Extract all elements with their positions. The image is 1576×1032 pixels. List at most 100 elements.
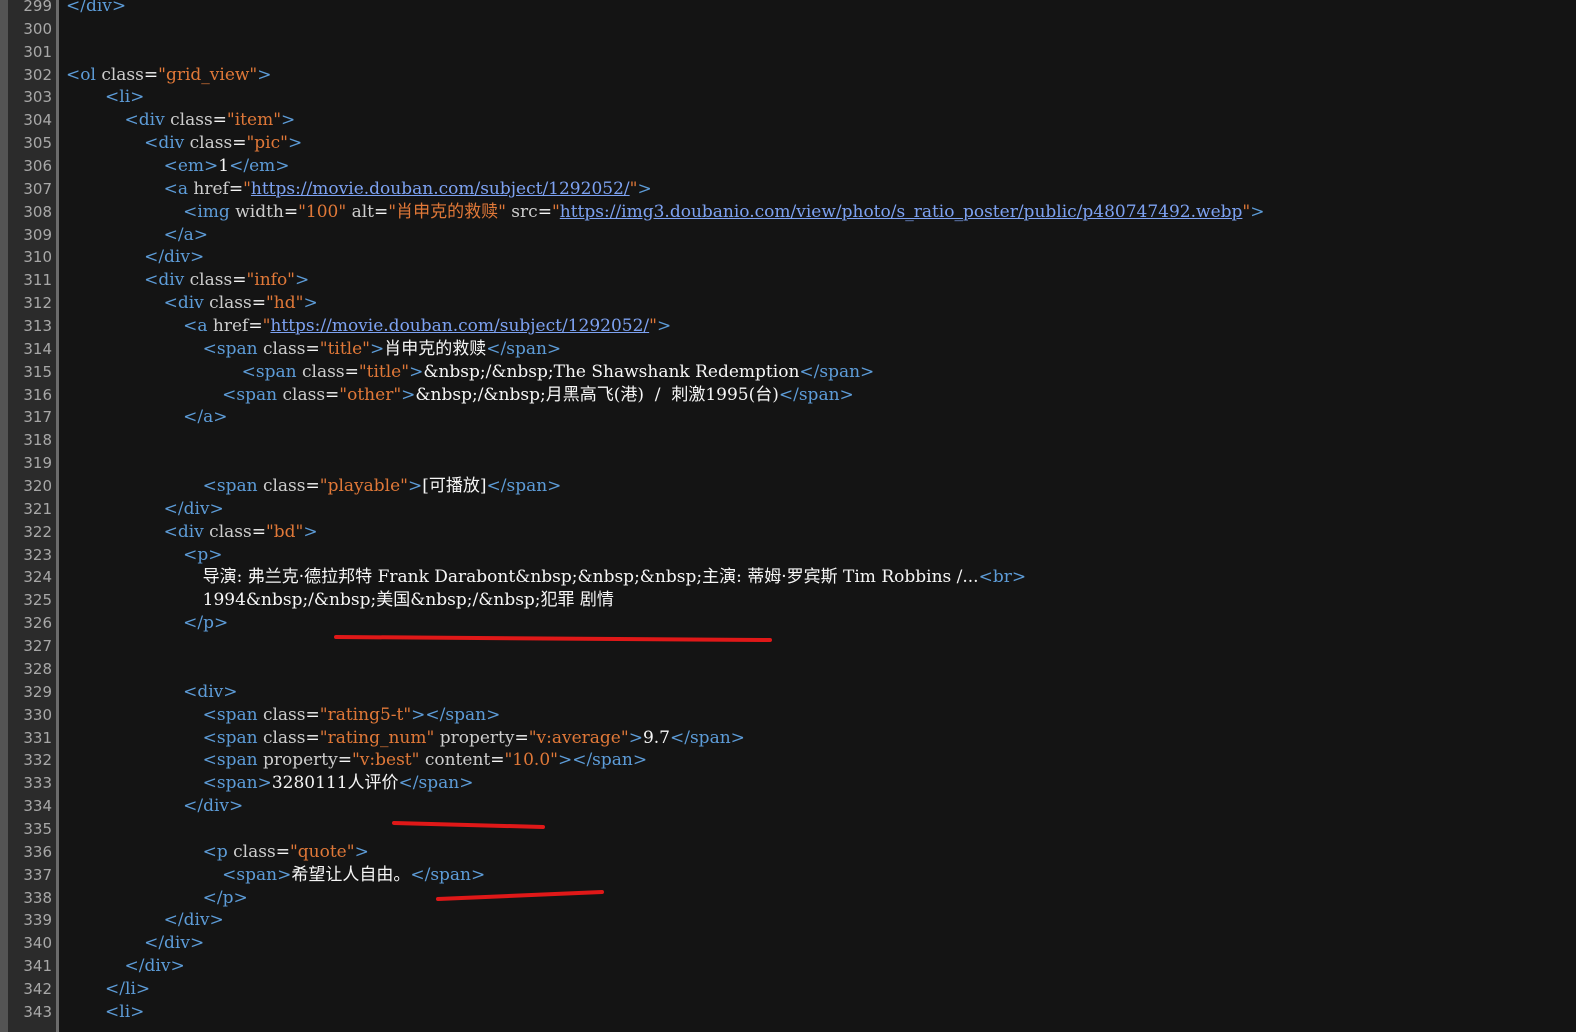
code-line[interactable]: 308 <img width="100" alt="肖申克的救赎" src="ht… <box>0 201 1576 224</box>
token-text: = <box>228 178 244 199</box>
code-line[interactable]: 319 <box>0 452 1576 475</box>
code-line[interactable]: 307 <a href="https://movie.douban.com/sub… <box>0 178 1576 201</box>
code-line[interactable]: 313 <a href= "https://movie.douban.com/sub… <box>0 315 1576 338</box>
token-tag: </span> <box>410 864 486 885</box>
code-line[interactable]: 334 </div> <box>0 795 1576 818</box>
code-line[interactable]: 318 <box>0 429 1576 452</box>
token-tag: <div <box>163 521 210 542</box>
code-line[interactable]: 329 <div> <box>0 681 1576 704</box>
code-line[interactable]: 343 <li> <box>0 1001 1576 1024</box>
code-line[interactable]: 309 </a> <box>0 224 1576 247</box>
code-line[interactable]: 312 <div class="hd"> <box>0 292 1576 315</box>
code-line[interactable]: 314 <span class="title">肖申克的救赎</span> <box>0 338 1576 361</box>
token-tag: <span <box>202 476 263 497</box>
code-line[interactable]: 299 </div> <box>0 0 1576 18</box>
line-number: 308 <box>23 202 52 221</box>
token-tag: <li> <box>105 1001 145 1022</box>
code-text: <div class="pic"> <box>144 132 302 155</box>
token-tag: </div> <box>183 796 244 817</box>
code-line[interactable]: 305 <div class="pic"> <box>0 132 1576 155</box>
code-line[interactable]: 337 <span>希望让人自由。</span> <box>0 864 1576 887</box>
line-number: 318 <box>23 431 52 450</box>
code-line[interactable]: 326 </p> <box>0 612 1576 635</box>
token-tag: </span> <box>669 727 745 748</box>
code-line[interactable]: 336 <p class="quote"> <box>0 841 1576 864</box>
token-tag: </span> <box>778 384 854 405</box>
code-line[interactable]: 320 <span class="playable">[可播放]</span> <box>0 475 1576 498</box>
token-tag: </p> <box>183 613 229 634</box>
code-line[interactable]: 303 <li> <box>0 86 1576 109</box>
code-line[interactable]: 335 <box>0 818 1576 841</box>
code-text: </div> <box>125 955 185 978</box>
token-tag: > <box>295 270 310 291</box>
token-link[interactable]: https://img3.doubanio.com/view/photo/s_r… <box>560 202 1243 222</box>
code-line[interactable]: 330 <span class="rating5-t"></span> <box>0 704 1576 727</box>
code-line[interactable]: 342 </li> <box>0 978 1576 1001</box>
token-text: = <box>232 133 247 154</box>
code-line[interactable]: 322 <div class="bd"> <box>0 521 1576 544</box>
token-link[interactable]: https://movie.douban.com/subject/1292052… <box>251 179 630 199</box>
token-attr: class <box>302 361 345 382</box>
token-val: "grid_view" <box>158 64 258 85</box>
code-line[interactable]: 341 </div> <box>0 955 1576 978</box>
token-tag: <div <box>124 110 171 131</box>
code-line[interactable]: 315 <span class="title">&nbsp;/&nbsp;The … <box>0 361 1576 384</box>
line-number: 316 <box>23 385 52 404</box>
code-editor[interactable]: 299 </div> 300 301 302 <ol class="grid_view">… <box>0 0 1576 1032</box>
line-number: 327 <box>23 637 52 656</box>
token-tag: > <box>401 384 416 405</box>
code-text: <span class="title">&nbsp;/&nbsp;The Sha… <box>242 361 875 384</box>
code-line[interactable]: 323 <p> <box>0 544 1576 567</box>
token-val: "rating_num" <box>319 727 435 748</box>
token-val: "bd" <box>265 521 304 542</box>
code-line[interactable]: 300 <box>0 18 1576 41</box>
code-line[interactable]: 333 <span>3280111人评价</span> <box>0 772 1576 795</box>
code-text: </div> <box>164 498 224 521</box>
code-line[interactable]: 304 <div class="item"> <box>0 109 1576 132</box>
token-text: = <box>325 384 340 405</box>
code-line[interactable]: 325 1994&nbsp;/&nbsp;美国&nbsp;/&nbsp;犯罪 剧情 <box>0 589 1576 612</box>
token-tag: > <box>656 316 672 337</box>
code-text: <span property="v:best" content="10.0"><… <box>203 749 648 772</box>
token-link[interactable]: https://movie.douban.com/subject/1292052… <box>270 316 649 336</box>
code-line[interactable]: 327 <box>0 635 1576 658</box>
code-line[interactable]: 306 <em>1</em> <box>0 155 1576 178</box>
code-line[interactable]: 316 <span class="other">&nbsp;/&nbsp;月黑高飞… <box>0 384 1576 407</box>
line-number: 322 <box>23 522 52 541</box>
token-val: "v:best" <box>351 750 420 771</box>
token-tag: <span <box>222 384 283 405</box>
token-tag: > <box>1250 201 1265 222</box>
code-line[interactable]: 339 </div> <box>0 909 1576 932</box>
line-number: 338 <box>23 888 52 907</box>
token-text: = <box>374 201 389 222</box>
token-tag: </div> <box>144 933 205 954</box>
code-line[interactable]: 331 <span class="rating_num" property="v:… <box>0 727 1576 750</box>
token-text: &nbsp;/&nbsp;月黑高飞(港) / 刺激1995(台) <box>415 384 779 405</box>
token-attr: alt <box>346 201 375 222</box>
code-text: <img width="100" alt="肖申克的救赎" src="https… <box>183 201 1264 224</box>
token-tag: </a> <box>183 407 228 428</box>
code-line[interactable]: 324 导演: 弗兰克·德拉邦特 Frank Darabont&nbsp;&nbs… <box>0 566 1576 589</box>
code-text: <div class="hd"> <box>164 292 318 315</box>
code-line[interactable]: 332 <span property="v:best" content="10.0… <box>0 749 1576 772</box>
code-text: <p> <box>183 544 222 567</box>
code-line[interactable]: 310 </div> <box>0 246 1576 269</box>
code-text: 1994&nbsp;/&nbsp;美国&nbsp;/&nbsp;犯罪 剧情 <box>203 589 614 612</box>
code-line[interactable]: 301 <box>0 41 1576 64</box>
token-tag: > <box>287 133 303 154</box>
token-text: 希望让人自由。 <box>291 864 411 885</box>
token-val: "100" <box>298 201 347 222</box>
line-number: 302 <box>23 65 52 84</box>
code-line[interactable]: 317 </a> <box>0 406 1576 429</box>
code-text: </div> <box>164 909 224 932</box>
code-line[interactable]: 338 </p> <box>0 887 1576 910</box>
code-line[interactable]: 302 <ol class="grid_view"> <box>0 64 1576 87</box>
token-tag: <p <box>202 841 234 862</box>
line-number: 299 <box>23 0 52 15</box>
line-number: 323 <box>23 545 52 564</box>
code-line[interactable]: 321 </div> <box>0 498 1576 521</box>
code-line[interactable]: 340 </div> <box>0 932 1576 955</box>
token-text: 1 <box>218 156 230 177</box>
code-line[interactable]: 311 <div class="info"> <box>0 269 1576 292</box>
code-line[interactable]: 328 <box>0 658 1576 681</box>
